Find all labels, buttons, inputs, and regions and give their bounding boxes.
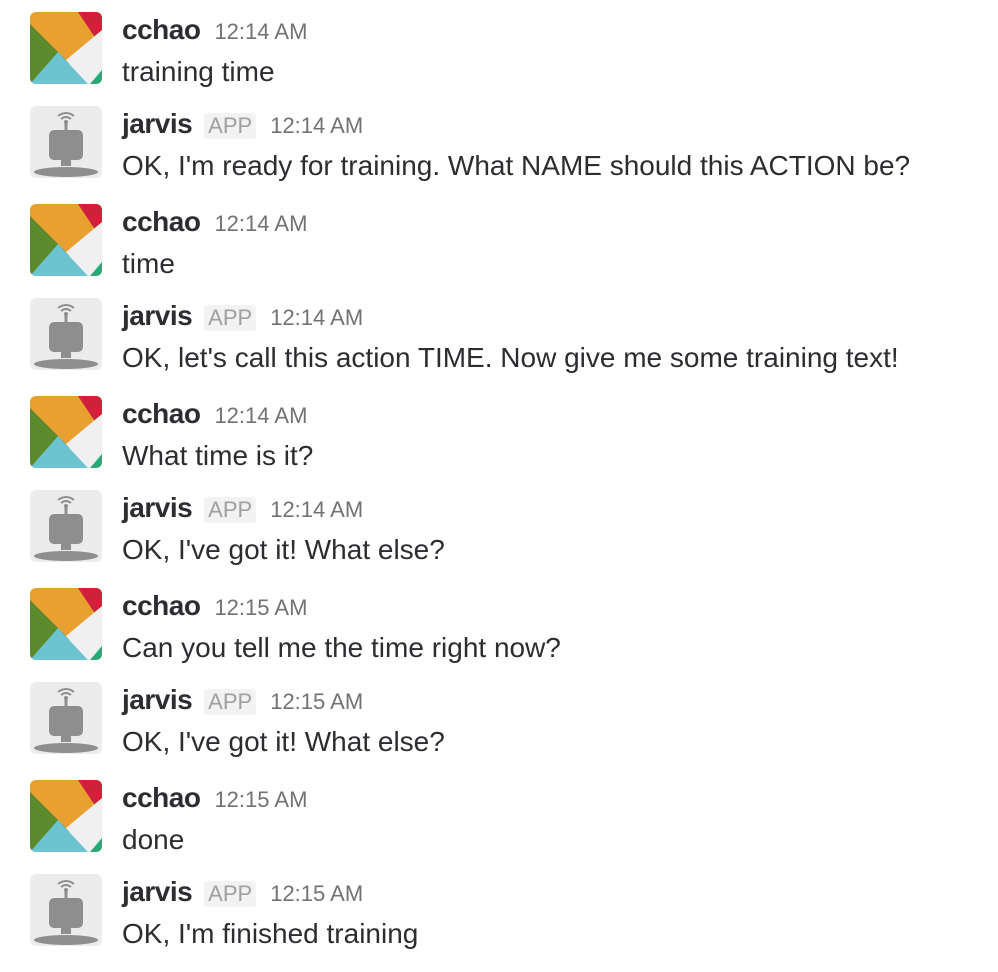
message-item: jarvis APP 12:14 AM OK, I've got it! Wha… [0,478,998,574]
message-text: OK, I've got it! What else? [122,534,445,565]
message-item: cchao 12:15 AM done [0,768,998,864]
user-name[interactable]: jarvis [122,492,193,524]
timestamp[interactable]: 12:14 AM [270,305,363,331]
user-name[interactable]: cchao [122,206,201,238]
slack-logo-avatar-icon[interactable] [30,588,102,660]
user-name[interactable]: cchao [122,398,201,430]
robot-avatar-icon[interactable] [30,298,102,370]
robot-avatar-icon[interactable] [30,874,102,946]
message-text: Can you tell me the time right now? [122,632,561,663]
message-item: jarvis APP 12:15 AM OK, I'm finished tra… [0,862,998,958]
user-name[interactable]: cchao [122,14,201,46]
app-badge: APP [204,305,257,331]
message-list: cchao 12:14 AM training time jarvis APP … [0,0,998,972]
message-item: cchao 12:15 AM Can you tell me the time … [0,576,998,672]
message-header: jarvis APP 12:14 AM [122,492,363,526]
message-item: jarvis APP 12:15 AM OK, I've got it! Wha… [0,670,998,766]
message-header: cchao 12:15 AM [122,590,307,624]
message-header: cchao 12:14 AM [122,206,307,240]
message-text: OK, let's call this action TIME. Now giv… [122,342,899,373]
message-header: cchao 12:15 AM [122,782,307,816]
slack-logo-avatar-icon[interactable] [30,204,102,276]
robot-avatar-icon[interactable] [30,106,102,178]
user-name[interactable]: jarvis [122,300,193,332]
message-item: cchao 12:14 AM time [0,192,998,288]
user-name[interactable]: jarvis [122,684,193,716]
message-item: jarvis APP 12:14 AM OK, I'm ready for tr… [0,94,998,190]
message-header: cchao 12:14 AM [122,14,307,48]
timestamp[interactable]: 12:14 AM [214,403,307,429]
app-badge: APP [204,881,257,907]
message-item: cchao 12:14 AM What time is it? [0,384,998,480]
message-text: OK, I've got it! What else? [122,726,445,757]
message-item: jarvis APP 12:14 AM OK, let's call this … [0,286,998,382]
timestamp[interactable]: 12:14 AM [214,19,307,45]
message-header: jarvis APP 12:15 AM [122,876,363,910]
user-name[interactable]: cchao [122,782,201,814]
timestamp[interactable]: 12:15 AM [214,595,307,621]
app-badge: APP [204,497,257,523]
message-text: OK, I'm finished training [122,918,419,949]
message-text: training time [122,56,275,87]
timestamp[interactable]: 12:14 AM [270,497,363,523]
message-text: time [122,248,175,279]
slack-logo-avatar-icon[interactable] [30,396,102,468]
timestamp[interactable]: 12:15 AM [270,881,363,907]
message-text: done [122,824,185,855]
user-name[interactable]: jarvis [122,876,193,908]
app-badge: APP [204,689,257,715]
message-header: cchao 12:14 AM [122,398,307,432]
message-header: jarvis APP 12:14 AM [122,108,363,142]
timestamp[interactable]: 12:14 AM [214,211,307,237]
message-item: cchao 12:14 AM training time [0,0,998,96]
robot-avatar-icon[interactable] [30,682,102,754]
user-name[interactable]: jarvis [122,108,193,140]
timestamp[interactable]: 12:14 AM [270,113,363,139]
user-name[interactable]: cchao [122,590,201,622]
slack-logo-avatar-icon[interactable] [30,780,102,852]
timestamp[interactable]: 12:15 AM [270,689,363,715]
robot-avatar-icon[interactable] [30,490,102,562]
message-header: jarvis APP 12:15 AM [122,684,363,718]
app-badge: APP [204,113,257,139]
message-text: What time is it? [122,440,314,471]
slack-logo-avatar-icon[interactable] [30,12,102,84]
timestamp[interactable]: 12:15 AM [214,787,307,813]
message-header: jarvis APP 12:14 AM [122,300,363,334]
message-text: OK, I'm ready for training. What NAME sh… [122,150,911,181]
